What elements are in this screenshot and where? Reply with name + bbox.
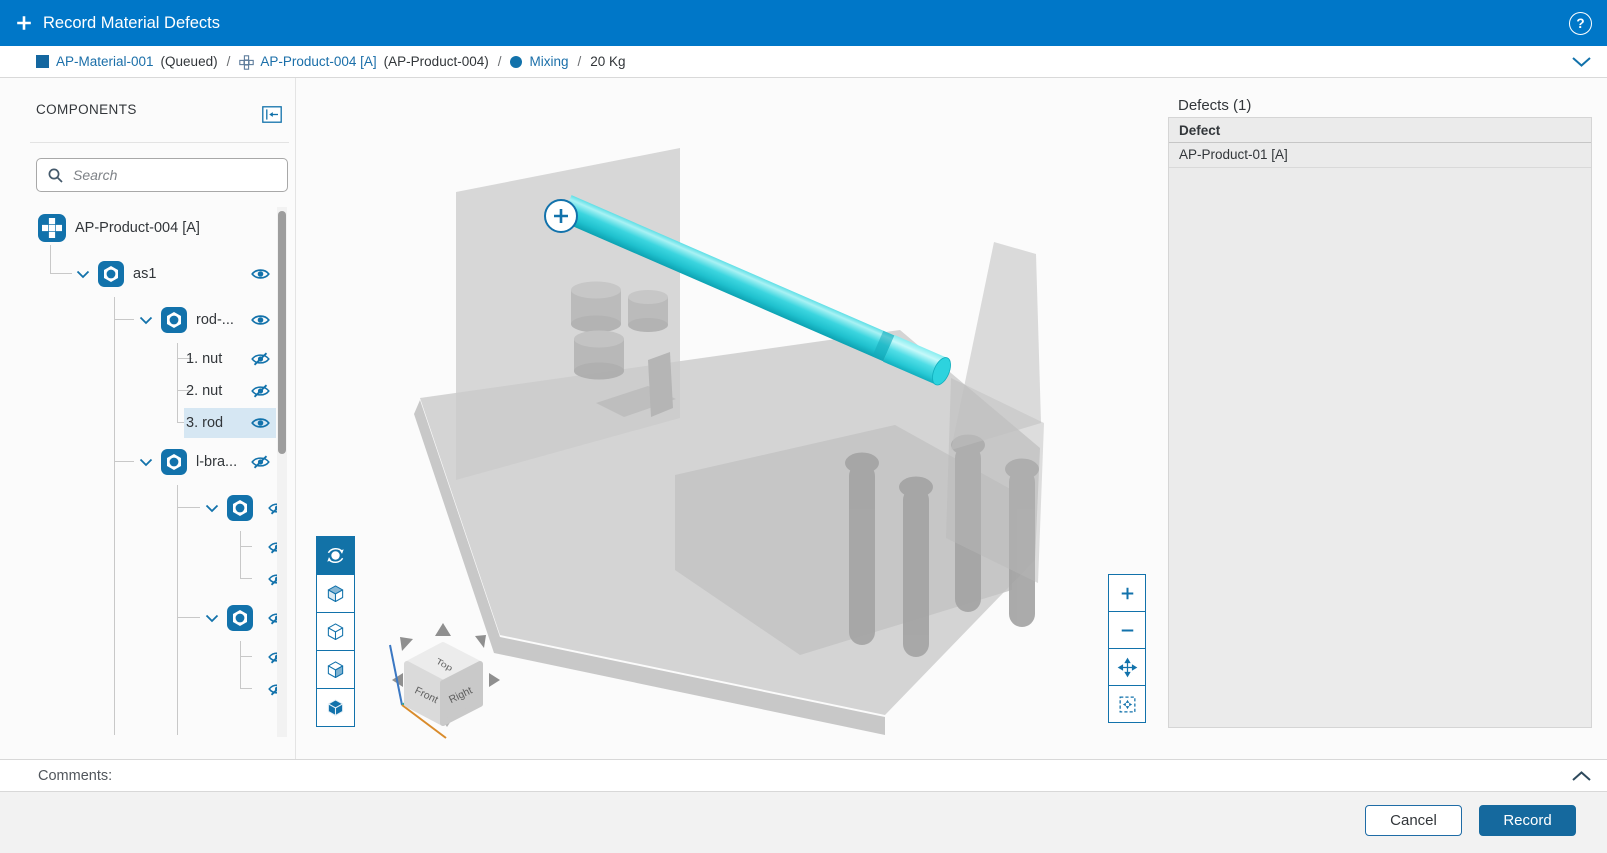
tree-scrollbar[interactable] xyxy=(277,207,287,737)
tree-node-label: 2. nut xyxy=(186,383,223,399)
add-icon xyxy=(16,15,32,31)
assembly-icon xyxy=(161,307,187,333)
model-right-plate xyxy=(951,242,1041,450)
tree-node[interactable] xyxy=(0,485,295,531)
operation-icon xyxy=(510,55,523,68)
defects-panel-title: Defects (1) xyxy=(1178,97,1252,114)
tree-node[interactable] xyxy=(0,673,295,705)
components-panel: COMPONENTS AP-Product-004 [A] as1 rod-... 1… xyxy=(0,78,296,759)
visibility-icon[interactable] xyxy=(251,416,270,430)
view-cube[interactable]: Top Front Right xyxy=(389,623,500,739)
collapse-panel-button[interactable] xyxy=(262,106,282,123)
product-icon xyxy=(239,55,255,70)
page-title: Record Material Defects xyxy=(43,13,220,32)
app-header: Record Material Defects ? xyxy=(0,0,1607,46)
defects-column-header: Defect xyxy=(1169,118,1591,143)
tree-node[interactable]: as1 xyxy=(0,251,295,297)
tree-scrollbar-thumb[interactable] xyxy=(278,211,286,454)
divider xyxy=(30,142,289,143)
cancel-button[interactable]: Cancel xyxy=(1365,805,1462,836)
visibility-icon[interactable] xyxy=(251,267,270,281)
help-button[interactable]: ? xyxy=(1569,11,1592,35)
breadcrumb-separator: / xyxy=(226,54,231,69)
viewer-toolbar xyxy=(316,536,355,727)
3d-viewer: Top Front Right xyxy=(296,78,1162,759)
tree-node-label: 1. nut xyxy=(186,351,223,367)
collapse-comments-icon[interactable] xyxy=(1571,770,1592,782)
search-input[interactable] xyxy=(73,167,277,183)
view-cube-face-button[interactable] xyxy=(316,650,355,689)
comments-bar[interactable]: Comments: xyxy=(0,759,1607,792)
material-icon xyxy=(36,55,49,68)
zoom-controls xyxy=(1108,574,1146,723)
fit-to-view-button[interactable] xyxy=(1108,685,1146,723)
zoom-out-button[interactable] xyxy=(1108,611,1146,649)
tree-node-label: AP-Product-004 [A] xyxy=(75,220,200,236)
product-alt-name: (AP-Product-004) xyxy=(383,54,489,69)
breadcrumb-separator: / xyxy=(497,54,502,69)
tree-node[interactable] xyxy=(0,595,295,641)
pan-button[interactable] xyxy=(1108,648,1146,686)
breadcrumb-separator: / xyxy=(577,54,582,69)
tree-node[interactable] xyxy=(0,531,295,563)
tree-node[interactable]: 2. nut xyxy=(0,375,295,407)
3d-model[interactable] xyxy=(414,148,1044,735)
zoom-in-button[interactable] xyxy=(1108,574,1146,612)
breadcrumb-material-link[interactable]: AP-Material-001 xyxy=(56,54,154,69)
view-cube-wireframe-button[interactable] xyxy=(316,612,355,651)
defect-marker-icon[interactable] xyxy=(544,199,578,233)
product-icon xyxy=(38,214,66,242)
search-box xyxy=(36,158,288,192)
tree-node[interactable] xyxy=(0,563,295,595)
orbit-tool-button[interactable] xyxy=(316,536,355,575)
assembly-icon xyxy=(227,605,253,631)
search-icon xyxy=(48,168,63,183)
tree-node[interactable]: 1. nut xyxy=(0,343,295,375)
3d-canvas[interactable]: Top Front Right xyxy=(296,78,1162,759)
quantity-label: 20 Kg xyxy=(590,54,626,69)
visibility-icon[interactable] xyxy=(251,313,270,327)
view-cube-shaded-button[interactable] xyxy=(316,574,355,613)
record-button[interactable]: Record xyxy=(1479,805,1576,836)
breadcrumb: AP-Material-001 (Queued) / AP-Product-00… xyxy=(0,46,1607,78)
tree-node-label: rod-... xyxy=(196,312,234,328)
defects-panel: Defects (1) Defect AP-Product-01 [A] xyxy=(1162,78,1607,759)
view-cube-solid-button[interactable] xyxy=(316,688,355,727)
defects-table: Defect AP-Product-01 [A] xyxy=(1168,117,1592,728)
tree-node-label: l-bra... xyxy=(196,454,238,470)
expand-details-icon[interactable] xyxy=(1571,56,1592,68)
chevron-down-icon[interactable] xyxy=(139,316,153,325)
visibility-off-icon[interactable] xyxy=(251,352,270,366)
tree-node[interactable]: l-bra... xyxy=(0,439,295,485)
components-panel-title: COMPONENTS xyxy=(36,102,137,117)
chevron-down-icon[interactable] xyxy=(205,504,219,513)
components-tree: AP-Product-004 [A] as1 rod-... 1. nut 2. nut… xyxy=(0,205,295,759)
breadcrumb-operation-link[interactable]: Mixing xyxy=(529,54,568,69)
assembly-icon xyxy=(227,495,253,521)
assembly-icon xyxy=(161,449,187,475)
material-status: (Queued) xyxy=(160,54,218,69)
defect-row[interactable]: AP-Product-01 [A] xyxy=(1169,143,1591,168)
comments-label: Comments: xyxy=(38,767,113,784)
chevron-down-icon[interactable] xyxy=(76,270,90,279)
tree-node[interactable]: rod-... xyxy=(0,297,295,343)
footer-bar: Cancel Record xyxy=(0,792,1607,853)
tree-node-label: 3. rod xyxy=(186,415,224,431)
chevron-down-icon[interactable] xyxy=(205,614,219,623)
tree-node[interactable]: 3. rod xyxy=(0,407,295,439)
tree-node-label: as1 xyxy=(133,266,157,282)
visibility-off-icon[interactable] xyxy=(251,384,270,398)
chevron-down-icon[interactable] xyxy=(139,458,153,467)
tree-node[interactable]: AP-Product-004 [A] xyxy=(0,205,295,251)
visibility-off-icon[interactable] xyxy=(251,455,270,469)
assembly-icon xyxy=(98,261,124,287)
breadcrumb-product-link[interactable]: AP-Product-004 [A] xyxy=(260,54,376,69)
tree-node[interactable] xyxy=(0,641,295,673)
